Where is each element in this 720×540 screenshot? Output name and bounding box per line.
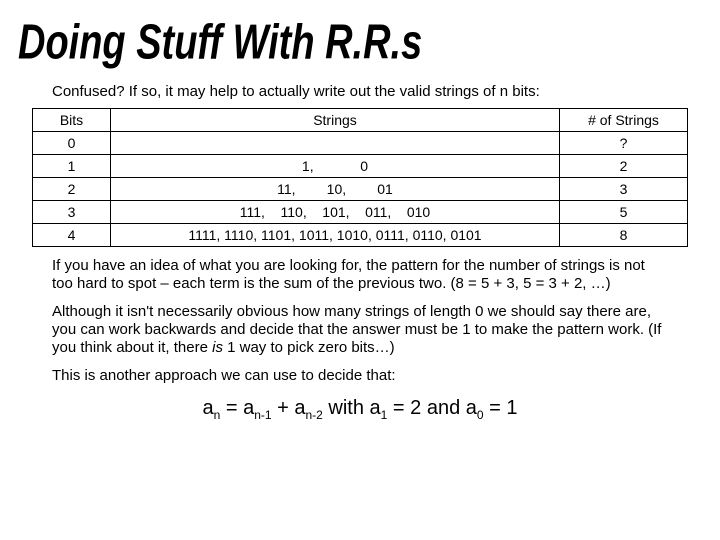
eq2: = 2 and <box>387 397 465 419</box>
table-row: 4 1111, 1110, 1101, 1011, 1010, 0111, 01… <box>33 224 688 247</box>
cell-bits: 1 <box>33 155 111 178</box>
para2-italic: is <box>212 339 223 356</box>
var-a: a <box>294 397 305 419</box>
cell-bits: 2 <box>33 178 111 201</box>
table-row: 0 ? <box>33 132 688 155</box>
header-bits: Bits <box>33 109 111 132</box>
table-header-row: Bits Strings # of Strings <box>33 109 688 132</box>
sub-0: 0 <box>477 408 484 422</box>
plus: + <box>272 397 295 419</box>
header-count: # of Strings <box>560 109 688 132</box>
cell-bits: 0 <box>33 132 111 155</box>
with-text: with <box>323 397 370 419</box>
eq: = <box>220 397 243 419</box>
cell-strings <box>111 132 560 155</box>
table-row: 3 111, 110, 101, 011, 010 5 <box>33 201 688 224</box>
var-a: a <box>243 397 254 419</box>
sub-n1: n-1 <box>254 408 271 422</box>
cell-count: 3 <box>560 178 688 201</box>
para2-text-c: 1 way to pick zero bits…) <box>223 339 395 356</box>
var-a: a <box>203 397 214 419</box>
cell-strings: 111, 110, 101, 011, 010 <box>111 201 560 224</box>
cell-count: 5 <box>560 201 688 224</box>
table-row: 1 1, 0 2 <box>33 155 688 178</box>
table-row: 2 11, 10, 01 3 <box>33 178 688 201</box>
paragraph-3: This is another approach we can use to d… <box>0 357 720 385</box>
cell-bits: 3 <box>33 201 111 224</box>
sub-n2: n-2 <box>306 408 323 422</box>
eq1: = 1 <box>484 397 518 419</box>
recurrence-formula: an = an-1 + an-2 with a1 = 2 and a0 = 1 <box>0 385 720 422</box>
cell-strings: 1111, 1110, 1101, 1011, 1010, 0111, 0110… <box>111 224 560 247</box>
cell-count: 8 <box>560 224 688 247</box>
header-strings: Strings <box>111 109 560 132</box>
cell-count: ? <box>560 132 688 155</box>
cell-strings: 11, 10, 01 <box>111 178 560 201</box>
paragraph-2: Although it isn't necessarily obvious ho… <box>0 293 720 357</box>
strings-table: Bits Strings # of Strings 0 ? 1 1, 0 2 2… <box>32 108 688 247</box>
page-title: Doing Stuff With R.R.s <box>0 0 720 72</box>
var-a: a <box>466 397 477 419</box>
cell-count: 2 <box>560 155 688 178</box>
var-a: a <box>370 397 381 419</box>
cell-strings: 1, 0 <box>111 155 560 178</box>
cell-bits: 4 <box>33 224 111 247</box>
paragraph-1: If you have an idea of what you are look… <box>0 247 720 293</box>
